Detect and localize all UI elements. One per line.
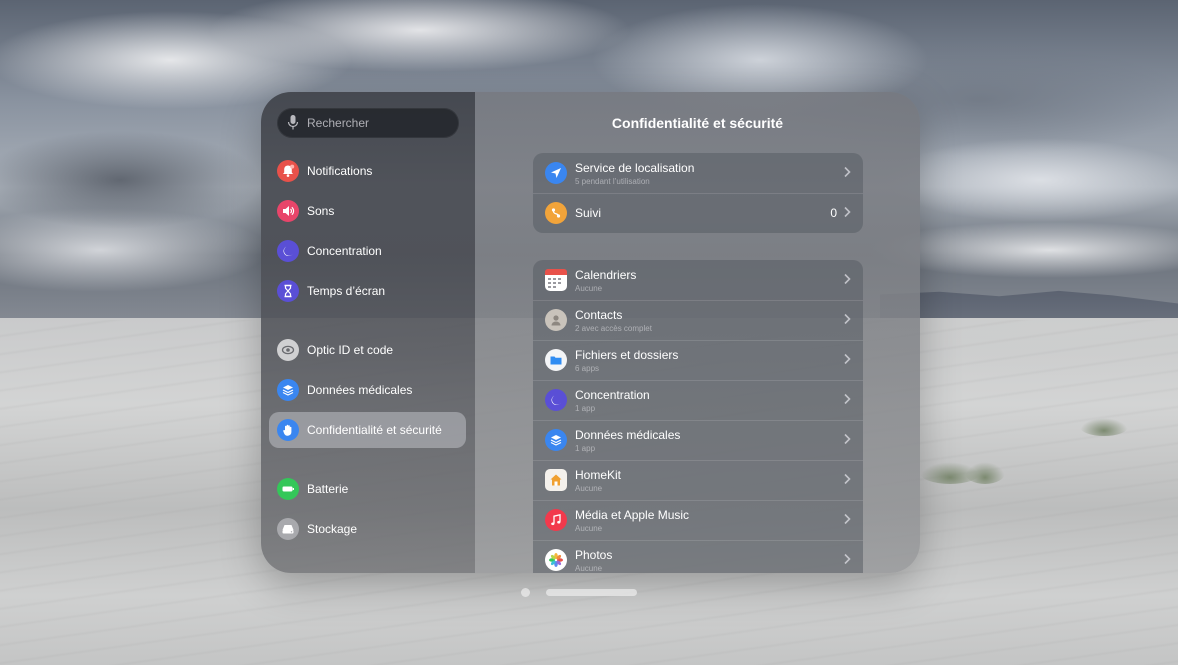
sidebar-item-label: Temps d’écran <box>307 284 386 298</box>
stack-icon <box>277 379 299 401</box>
row-title: Photos <box>575 548 613 562</box>
sidebar-item-optic-id[interactable]: Optic ID et code <box>269 332 466 368</box>
sidebar-item-stockage[interactable]: Stockage <box>269 511 466 547</box>
row-title: Concentration <box>575 388 650 402</box>
battery-icon <box>277 478 299 500</box>
sidebar-item-confidentialite[interactable]: Confidentialité et sécurité <box>269 412 466 448</box>
row-title: Calendriers <box>575 268 637 282</box>
music-note-icon <box>545 509 567 531</box>
drive-icon <box>277 518 299 540</box>
tracking-count: 0 <box>830 206 837 220</box>
chevron-right-icon <box>844 473 851 485</box>
row-contacts[interactable]: Contacts 2 avec accès complet <box>533 300 863 340</box>
app-permissions-group: Calendriers Aucune Contacts 2 avec accès… <box>533 260 863 573</box>
row-title: Suivi <box>575 206 602 220</box>
chevron-right-icon <box>844 353 851 365</box>
sidebar-item-label: Données médicales <box>307 383 413 397</box>
row-subtitle: Aucune <box>575 564 603 573</box>
row-suivi[interactable]: Suivi 0 <box>533 193 863 233</box>
microphone-icon[interactable] <box>287 114 299 132</box>
settings-window: Rechercher Notifications Sons Concentrat… <box>261 92 920 573</box>
row-title: HomeKit <box>575 468 622 482</box>
stack-icon <box>545 429 567 451</box>
search-input[interactable]: Rechercher <box>277 108 459 138</box>
chevron-right-icon <box>844 166 851 178</box>
row-title: Média et Apple Music <box>575 508 690 522</box>
row-subtitle: Aucune <box>575 484 603 493</box>
sidebar-item-batterie[interactable]: Batterie <box>269 471 466 507</box>
row-title: Fichiers et dossiers <box>575 348 679 362</box>
home-icon <box>545 469 567 491</box>
window-close-dot[interactable] <box>521 588 530 597</box>
row-title: Service de localisation <box>575 161 695 175</box>
yucca-plant <box>1080 418 1128 436</box>
location-arrow-icon <box>545 162 567 184</box>
sidebar: Rechercher Notifications Sons Concentrat… <box>261 92 475 573</box>
chevron-right-icon <box>844 433 851 445</box>
sidebar-item-label: Optic ID et code <box>307 343 394 357</box>
bell-icon <box>277 160 299 182</box>
chevron-right-icon <box>844 553 851 565</box>
row-title: Données médicales <box>575 428 681 442</box>
sidebar-item-label: Stockage <box>307 522 358 536</box>
sidebar-item-label: Sons <box>307 204 335 218</box>
moon-icon <box>277 240 299 262</box>
row-service-localisation[interactable]: Service de localisation 5 pendant l’util… <box>533 153 863 193</box>
hand-icon <box>277 419 299 441</box>
sidebar-item-donnees-medicales[interactable]: Données médicales <box>269 372 466 408</box>
row-subtitle: Aucune <box>575 284 603 293</box>
location-tracking-group: Service de localisation 5 pendant l’util… <box>533 153 863 233</box>
row-subtitle: 1 app <box>575 444 596 453</box>
sidebar-item-sons[interactable]: Sons <box>269 193 466 229</box>
search-placeholder: Rechercher <box>307 116 370 130</box>
speaker-icon <box>277 200 299 222</box>
row-homekit[interactable]: HomeKit Aucune <box>533 460 863 500</box>
contacts-icon <box>545 309 567 331</box>
eye-icon <box>277 339 299 361</box>
folder-icon <box>545 349 567 371</box>
chevron-right-icon <box>844 513 851 525</box>
hourglass-icon <box>277 280 299 302</box>
yucca-plant <box>965 462 1005 484</box>
row-photos[interactable]: Photos Aucune <box>533 540 863 573</box>
chevron-right-icon <box>844 313 851 325</box>
sidebar-item-label: Confidentialité et sécurité <box>307 423 442 437</box>
sidebar-item-label: Batterie <box>307 482 349 496</box>
tracking-icon <box>545 202 567 224</box>
sidebar-item-notifications[interactable]: Notifications <box>269 153 466 189</box>
sidebar-item-label: Notifications <box>307 164 373 178</box>
row-concentration[interactable]: Concentration 1 app <box>533 380 863 420</box>
row-subtitle: 6 apps <box>575 364 600 373</box>
calendar-icon <box>545 269 567 291</box>
page-title: Confidentialité et sécurité <box>611 115 784 131</box>
moon-icon <box>545 389 567 411</box>
detail-pane: Confidentialité et sécurité Service de l… <box>475 92 920 573</box>
row-subtitle: 1 app <box>575 404 596 413</box>
chevron-right-icon <box>844 273 851 285</box>
sidebar-item-concentration[interactable]: Concentration <box>269 233 466 269</box>
row-subtitle: Aucune <box>575 524 603 533</box>
row-subtitle: 5 pendant l’utilisation <box>575 177 650 186</box>
photos-icon <box>545 549 567 571</box>
sidebar-item-temps-ecran[interactable]: Temps d’écran <box>269 273 466 309</box>
row-title: Contacts <box>575 308 623 322</box>
row-donnees-medicales[interactable]: Données médicales 1 app <box>533 420 863 460</box>
row-subtitle: 2 avec accès complet <box>575 324 652 333</box>
chevron-right-icon <box>844 206 851 218</box>
sidebar-item-label: Concentration <box>307 244 382 258</box>
window-grab-bar[interactable] <box>546 589 637 596</box>
row-fichiers-dossiers[interactable]: Fichiers et dossiers 6 apps <box>533 340 863 380</box>
row-calendriers[interactable]: Calendriers Aucune <box>533 260 863 300</box>
chevron-right-icon <box>844 393 851 405</box>
row-media-apple-music[interactable]: Média et Apple Music Aucune <box>533 500 863 540</box>
